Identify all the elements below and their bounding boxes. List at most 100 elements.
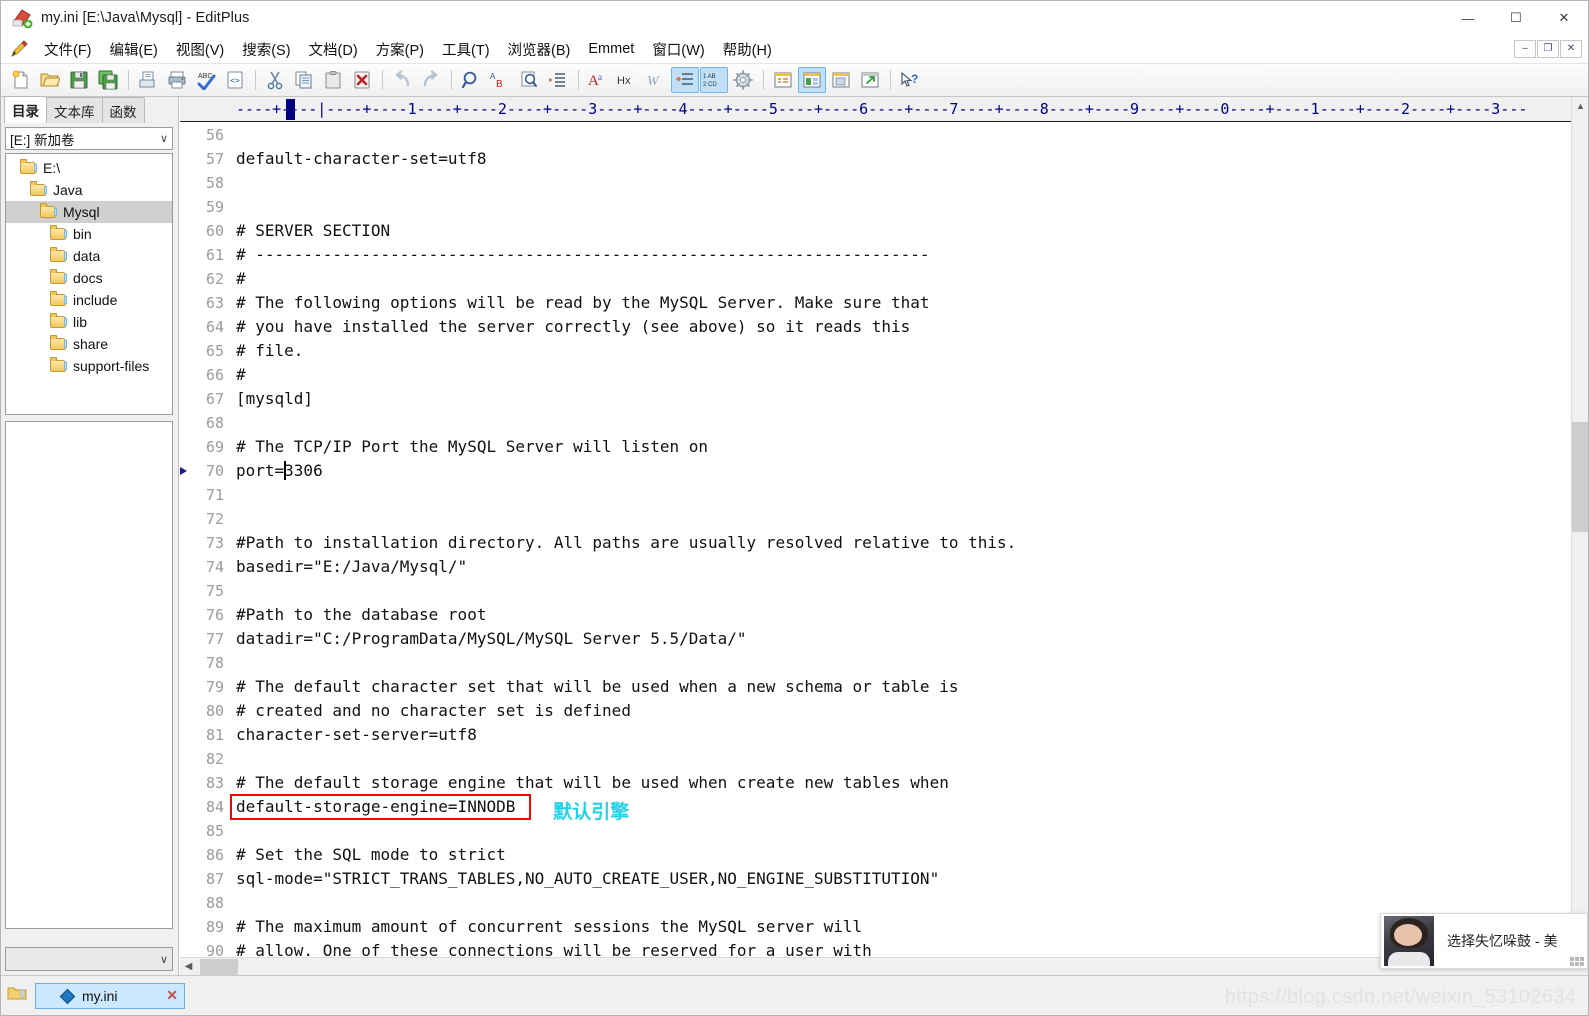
editor-line[interactable]: 69 # The TCP/IP Port the MySQL Server wil… — [180, 435, 1571, 459]
folder-icon[interactable] — [7, 985, 29, 1006]
tree-item-data[interactable]: data — [6, 245, 172, 267]
close-button[interactable]: ✕ — [1540, 1, 1588, 35]
editor-line[interactable]: 59 — [180, 195, 1571, 219]
tree-item-include[interactable]: include — [6, 289, 172, 311]
close-icon[interactable]: ✕ — [166, 987, 178, 1004]
menu-item-tools[interactable]: 工具(T) — [433, 36, 499, 63]
cut-icon[interactable] — [261, 67, 289, 93]
tree-item-share[interactable]: share — [6, 333, 172, 355]
tree-item-lib[interactable]: lib — [6, 311, 172, 333]
drive-selector[interactable]: [E:] 新加卷 ∨ — [5, 127, 173, 150]
resize-grip-icon[interactable] — [1570, 957, 1584, 966]
save-icon[interactable] — [65, 67, 93, 93]
editor-line[interactable]: 62 # — [180, 267, 1571, 291]
menu-item-edit[interactable]: 编辑(E) — [101, 36, 167, 63]
spell-check-icon[interactable]: ABC — [192, 67, 220, 93]
editor-line[interactable]: 60 # SERVER SECTION — [180, 219, 1571, 243]
tree-item-support-files[interactable]: support-files — [6, 355, 172, 377]
paste-icon[interactable] — [319, 67, 347, 93]
file-filter-combo[interactable]: ∨ — [5, 947, 173, 971]
menu-item-view[interactable]: 视图(V) — [167, 36, 233, 63]
menu-item-search[interactable]: 搜索(S) — [233, 36, 299, 63]
tree-item-java[interactable]: Java — [6, 179, 172, 201]
menu-item-document[interactable]: 文档(D) — [300, 36, 367, 63]
replace-icon[interactable]: AB — [486, 67, 514, 93]
scroll-left-button[interactable]: ◀ — [180, 958, 197, 976]
editor-line[interactable]: 77 datadir="C:/ProgramData/MySQL/MySQL Se… — [180, 627, 1571, 651]
editor-line[interactable]: 65 # file. — [180, 339, 1571, 363]
folder-tree[interactable]: E:\ Java Mysql bin data docs include lib share su… — [5, 153, 173, 415]
new-file-icon[interactable] — [7, 67, 35, 93]
context-help-icon[interactable]: ? — [896, 67, 924, 93]
indent-icon[interactable] — [671, 67, 699, 93]
hex-view-icon[interactable]: Hx — [613, 67, 641, 93]
maximize-button[interactable]: ☐ — [1492, 1, 1540, 35]
document-tab-my-ini[interactable]: my.ini ✕ — [35, 982, 185, 1009]
vertical-scroll-thumb[interactable] — [1572, 422, 1588, 532]
output-window-icon[interactable] — [798, 67, 826, 93]
minimize-button[interactable]: — — [1444, 1, 1492, 35]
editor-line[interactable]: 71 — [180, 483, 1571, 507]
goto-line-icon[interactable] — [544, 67, 572, 93]
editor-line[interactable]: 80 # created and no character set is defi… — [180, 699, 1571, 723]
preferences-icon[interactable] — [729, 67, 757, 93]
editor-line[interactable]: 88 — [180, 891, 1571, 915]
print-preview-icon[interactable] — [134, 67, 162, 93]
clipboard-window-icon[interactable] — [827, 67, 855, 93]
line-numbers-icon[interactable]: 1 AB 2 CD — [700, 67, 728, 93]
editor-line[interactable]: 74 basedir="E:/Java/Mysql/" — [180, 555, 1571, 579]
editor-line[interactable]: 89 # The maximum amount of concurrent ses… — [180, 915, 1571, 939]
editor-line[interactable]: 78 — [180, 651, 1571, 675]
mdi-restore-button[interactable]: ❐ — [1537, 40, 1559, 58]
tab-directory[interactable]: 目录 — [4, 96, 47, 123]
editor-line[interactable]: 81 character-set-server=utf8 — [180, 723, 1571, 747]
directory-window-icon[interactable] — [769, 67, 797, 93]
editor-line[interactable]: 73 #Path to installation directory. All p… — [180, 531, 1571, 555]
editor-line[interactable]: 90 # allow. One of these connections will… — [180, 939, 1571, 957]
tab-cliptext[interactable]: 文本库 — [46, 97, 103, 123]
editor-line[interactable]: 68 — [180, 411, 1571, 435]
editor-vertical-scrollbar[interactable]: ▲ ▼ — [1571, 97, 1588, 957]
tree-item-docs[interactable]: docs — [6, 267, 172, 289]
open-file-icon[interactable] — [36, 67, 64, 93]
editor-line[interactable]: 85 — [180, 819, 1571, 843]
redo-icon[interactable] — [417, 67, 445, 93]
tree-item-bin[interactable]: bin — [6, 223, 172, 245]
text-editor[interactable]: 56 57 default-character-set=utf8 58 59 60 # SE… — [180, 123, 1571, 957]
copy-icon[interactable] — [290, 67, 318, 93]
editor-line[interactable]: 67 [mysqld] — [180, 387, 1571, 411]
tree-item-e[interactable]: E:\ — [6, 157, 172, 179]
directory-file-list[interactable] — [5, 421, 173, 929]
horizontal-scroll-thumb[interactable] — [200, 959, 238, 975]
editor-line[interactable]: 76 #Path to the database root — [180, 603, 1571, 627]
tree-item-mysql[interactable]: Mysql — [6, 201, 172, 223]
menu-item-browser[interactable]: 浏览器(B) — [499, 36, 580, 63]
editor-line[interactable]: 87 sql-mode="STRICT_TRANS_TABLES,NO_AUTO_… — [180, 867, 1571, 891]
menu-item-project[interactable]: 方案(P) — [367, 36, 433, 63]
editor-line[interactable]: 75 — [180, 579, 1571, 603]
browser-preview-icon[interactable] — [856, 67, 884, 93]
find-icon[interactable] — [457, 67, 485, 93]
editor-line[interactable]: 86 # Set the SQL mode to strict — [180, 843, 1571, 867]
editor-line[interactable]: 83 # The default storage engine that will… — [180, 771, 1571, 795]
editor-line[interactable]: 64 # you have installed the server correc… — [180, 315, 1571, 339]
delete-icon[interactable] — [348, 67, 376, 93]
editor-line[interactable]: 82 — [180, 747, 1571, 771]
menu-item-window[interactable]: 窗口(W) — [643, 36, 713, 63]
editor-line[interactable]: 63 # The following options will be read b… — [180, 291, 1571, 315]
save-all-icon[interactable] — [94, 67, 122, 93]
editor-horizontal-scrollbar[interactable]: ◀ — [180, 957, 1571, 975]
editor-line[interactable]: 61 # ------------------------------------… — [180, 243, 1571, 267]
editor-line[interactable]: 66 # — [180, 363, 1571, 387]
music-player-widget[interactable]: 选择失忆哚鼓 - 美 — [1380, 913, 1588, 969]
scroll-up-button[interactable]: ▲ — [1572, 97, 1588, 114]
editor-line[interactable]: 57 default-character-set=utf8 — [180, 147, 1571, 171]
menu-item-file[interactable]: 文件(F) — [35, 36, 101, 63]
editor-line[interactable]: 72 — [180, 507, 1571, 531]
menu-item-help[interactable]: 帮助(H) — [714, 36, 781, 63]
word-wrap-icon[interactable]: W — [642, 67, 670, 93]
find-in-files-icon[interactable] — [515, 67, 543, 93]
editor-line[interactable]: 70 port=3306 — [180, 459, 1571, 483]
editor-line[interactable]: 58 — [180, 171, 1571, 195]
undo-icon[interactable] — [388, 67, 416, 93]
